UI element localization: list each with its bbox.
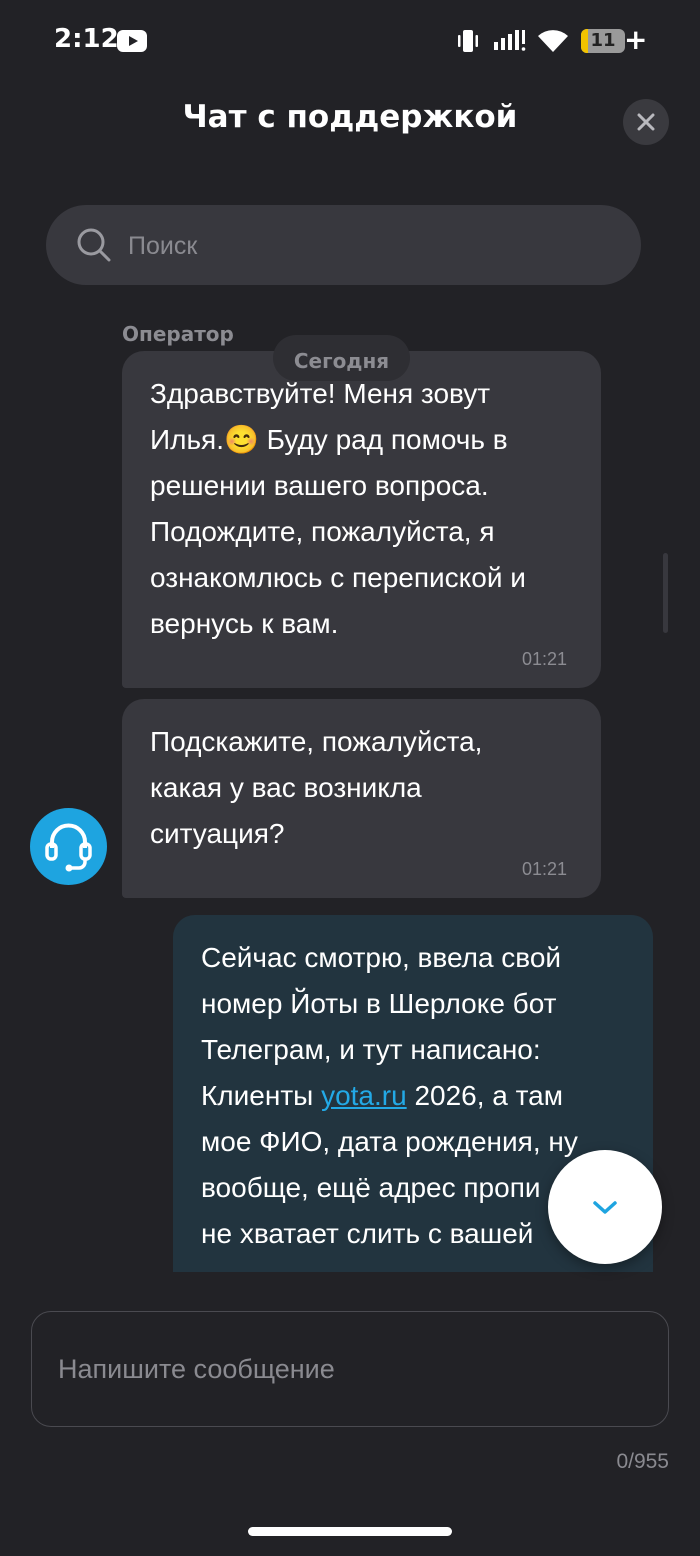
message-link[interactable]: yota.ru: [321, 1080, 407, 1111]
character-counter: 0/955: [616, 1450, 669, 1473]
battery-icon: 11: [581, 29, 625, 53]
support-chat-screen: 2:12 11 + Чат с поддержкой Операт: [0, 0, 700, 1556]
chat-messages[interactable]: Оператор Сегодня Здравствуйте! Меня зову…: [0, 300, 700, 1272]
message-input[interactable]: [56, 1312, 640, 1427]
status-time: 2:12: [54, 24, 119, 54]
message-time: 01:21: [521, 859, 567, 879]
scrollbar[interactable]: [663, 553, 668, 633]
operator-message: Подскажите, пожалуйста, какая у вас возн…: [122, 699, 601, 898]
battery-level: 11: [590, 30, 616, 51]
close-icon: [637, 113, 655, 131]
youtube-icon: [117, 30, 147, 52]
close-button[interactable]: [623, 99, 669, 145]
headset-icon: [45, 823, 92, 872]
home-indicator[interactable]: [248, 1527, 452, 1536]
message-composer[interactable]: [31, 1311, 669, 1427]
message-text: Подскажите, пожалуйста, какая у вас возн…: [150, 726, 483, 849]
scroll-to-bottom-button[interactable]: [548, 1150, 662, 1264]
date-chip: Сегодня: [273, 335, 410, 381]
message-text: Здравствуйте! Меня зовут Илья.😊 Буду рад…: [150, 378, 526, 639]
message-time: 01:21: [521, 649, 567, 669]
search-bar[interactable]: [46, 205, 641, 287]
search-icon: [77, 228, 111, 262]
wifi-icon: [538, 30, 568, 52]
operator-message: Здравствуйте! Меня зовут Илья.😊 Буду рад…: [122, 351, 601, 688]
chevron-down-icon: [593, 1201, 617, 1214]
vibrate-icon: [458, 30, 478, 52]
operator-avatar: [30, 808, 107, 885]
charging-plus-icon: +: [624, 23, 648, 56]
signal-icon: [494, 30, 526, 51]
search-input[interactable]: [126, 205, 610, 287]
sender-label: Оператор: [122, 322, 234, 346]
page-title: Чат с поддержкой: [182, 99, 518, 135]
